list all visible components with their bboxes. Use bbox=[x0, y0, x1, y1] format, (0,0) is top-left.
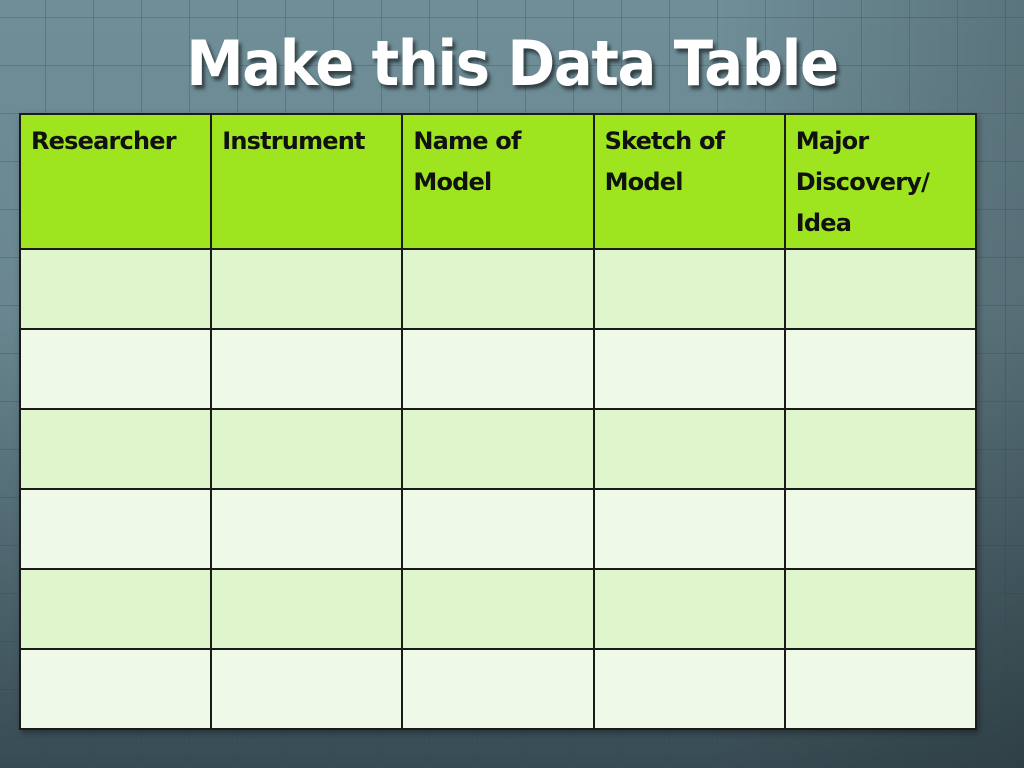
table-cell[interactable] bbox=[783, 408, 978, 490]
table-cell[interactable] bbox=[18, 408, 213, 490]
table-cell[interactable] bbox=[210, 648, 404, 730]
table-cell[interactable] bbox=[592, 488, 786, 570]
table-cell[interactable] bbox=[210, 488, 404, 570]
table-cell[interactable] bbox=[783, 568, 978, 650]
header-row: Researcher Instrument Name of Model Sket… bbox=[18, 113, 978, 250]
table-cell[interactable] bbox=[401, 408, 595, 490]
table-cell[interactable] bbox=[401, 488, 595, 570]
table-row bbox=[18, 408, 978, 490]
table-cell[interactable] bbox=[783, 488, 978, 570]
table-cell[interactable] bbox=[210, 568, 404, 650]
table-row bbox=[18, 328, 978, 410]
data-table: Researcher Instrument Name of Model Sket… bbox=[18, 113, 978, 730]
table-row bbox=[18, 568, 978, 650]
table-cell[interactable] bbox=[592, 408, 786, 490]
header-researcher: Researcher bbox=[18, 113, 213, 250]
header-major-discovery: Major Discovery/ Idea bbox=[783, 113, 978, 250]
table-cell[interactable] bbox=[210, 328, 404, 410]
table-cell[interactable] bbox=[18, 648, 213, 730]
table-cell[interactable] bbox=[783, 248, 978, 330]
table-cell[interactable] bbox=[18, 488, 213, 570]
header-instrument: Instrument bbox=[210, 113, 404, 250]
table-cell[interactable] bbox=[210, 408, 404, 490]
table-cell[interactable] bbox=[401, 568, 595, 650]
table-cell[interactable] bbox=[592, 568, 786, 650]
header-name-of-model: Name of Model bbox=[401, 113, 595, 250]
table-cell[interactable] bbox=[18, 248, 213, 330]
table-cell[interactable] bbox=[401, 248, 595, 330]
table-cell[interactable] bbox=[592, 328, 786, 410]
table-cell[interactable] bbox=[783, 328, 978, 410]
table-cell[interactable] bbox=[210, 248, 404, 330]
table-cell[interactable] bbox=[783, 648, 978, 730]
table-cell[interactable] bbox=[18, 568, 213, 650]
table-cell[interactable] bbox=[401, 328, 595, 410]
table-cell[interactable] bbox=[592, 648, 786, 730]
table-row bbox=[18, 488, 978, 570]
table-cell[interactable] bbox=[401, 648, 595, 730]
table-row bbox=[18, 248, 978, 330]
slide-title: Make this Data Table bbox=[186, 27, 839, 100]
table-cell[interactable] bbox=[18, 328, 213, 410]
table-cell[interactable] bbox=[592, 248, 786, 330]
header-sketch-of-model: Sketch of Model bbox=[592, 113, 786, 250]
table-row bbox=[18, 648, 978, 730]
